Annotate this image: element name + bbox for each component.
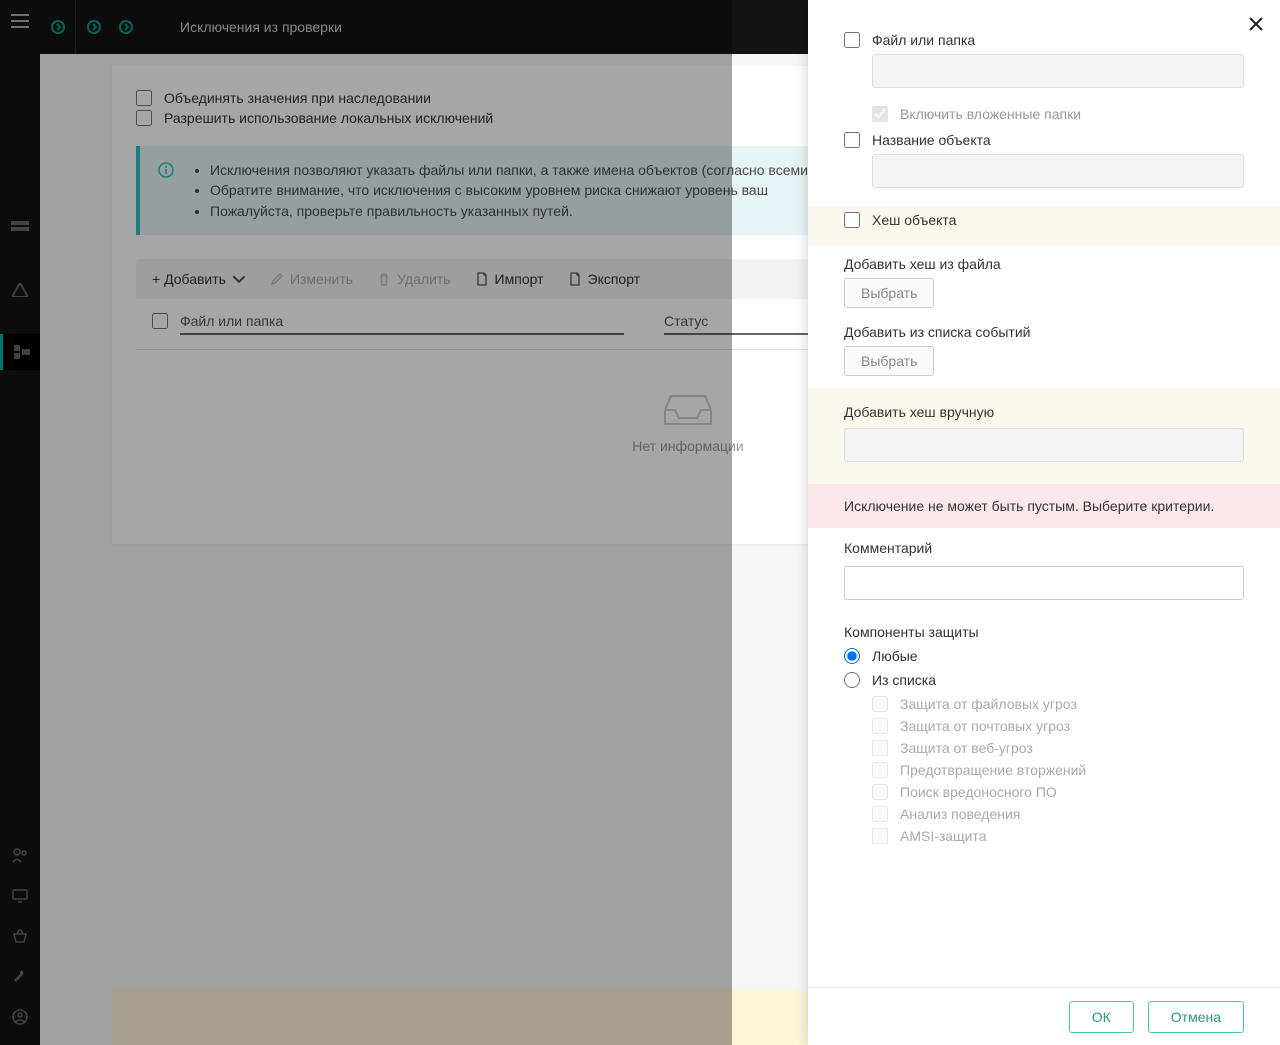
cancel-button[interactable]: Отмена — [1148, 1001, 1244, 1033]
include-subfolders-label: Включить вложенные папки — [900, 106, 1081, 122]
import-button[interactable]: Импорт — [475, 271, 544, 287]
comp-label: Защита от файловых угроз — [900, 696, 1077, 712]
object-name-label: Название объекта — [872, 132, 991, 148]
comp-label: Анализ поведения — [900, 806, 1020, 822]
components-label: Компоненты защиты — [844, 624, 1244, 640]
comp-checkbox — [872, 762, 888, 778]
comment-input[interactable] — [844, 566, 1244, 600]
sidebar-wrench-icon[interactable] — [13, 969, 27, 983]
side-panel: Файл или папка Включить вложенные папки … — [808, 0, 1280, 1045]
comp-label: Защита от почтовых угроз — [900, 718, 1070, 734]
object-hash-checkbox[interactable] — [844, 212, 860, 228]
file-or-folder-label: Файл или папка — [872, 32, 975, 48]
edit-button: Изменить — [270, 271, 353, 287]
hamburger-icon[interactable] — [11, 14, 29, 28]
error-message: Исключение не может быть пустым. Выберит… — [808, 484, 1280, 528]
comp-label: Предотвращение вторжений — [900, 762, 1086, 778]
nav-sidebar — [0, 0, 40, 1045]
include-subfolders-checkbox — [872, 106, 888, 122]
empty-text: Нет информации — [632, 438, 743, 454]
chevron-back-2[interactable] — [76, 0, 112, 54]
allow-local-label: Разрешить использование локальных исключ… — [164, 110, 493, 126]
radio-from-list-label: Из списка — [872, 672, 936, 688]
choose-event-button: Выбрать — [844, 346, 934, 376]
chevron-back-3[interactable] — [108, 0, 144, 54]
file-or-folder-checkbox[interactable] — [844, 32, 860, 48]
col-file[interactable]: Файл или папка — [180, 313, 624, 335]
sidebar-basket-icon[interactable] — [12, 929, 28, 943]
hash-manual-input[interactable] — [844, 428, 1244, 462]
add-from-events-label: Добавить из списка событий — [844, 324, 1244, 340]
radio-from-list[interactable] — [844, 672, 860, 688]
add-button[interactable]: + Добавить — [152, 271, 246, 287]
comp-checkbox — [872, 696, 888, 712]
sidebar-monitor-icon[interactable] — [12, 889, 28, 903]
merge-on-inherit-checkbox[interactable] — [136, 90, 152, 106]
delete-button: Удалить — [377, 271, 450, 287]
merge-on-inherit-label: Объединять значения при наследовании — [164, 90, 431, 106]
choose-file-button: Выбрать — [844, 278, 934, 308]
chevron-back-1[interactable] — [40, 0, 76, 54]
comp-label: AMSI-защита — [900, 828, 986, 844]
comp-label: Защита от веб-угроз — [900, 740, 1033, 756]
components-list: Защита от файловых угроз Защита от почто… — [872, 696, 1244, 844]
sidebar-item-3[interactable] — [0, 334, 40, 370]
object-name-input[interactable] — [872, 154, 1244, 188]
page-title: Исключения из проверки — [180, 19, 342, 35]
sidebar-item-1[interactable] — [0, 210, 40, 246]
export-button[interactable]: Экспорт — [568, 271, 641, 287]
sidebar-users-icon[interactable] — [12, 847, 28, 863]
allow-local-checkbox[interactable] — [136, 110, 152, 126]
file-or-folder-input[interactable] — [872, 54, 1244, 88]
sidebar-item-2[interactable] — [0, 272, 40, 308]
comp-checkbox — [872, 740, 888, 756]
sidebar-account-icon[interactable] — [12, 1009, 28, 1025]
info-icon — [158, 162, 174, 221]
add-hash-manual-label: Добавить хеш вручную — [844, 404, 1244, 420]
comp-checkbox — [872, 828, 888, 844]
comp-checkbox — [872, 718, 888, 734]
ok-button[interactable]: ОК — [1069, 1001, 1134, 1033]
inbox-icon — [661, 390, 715, 426]
select-all-checkbox[interactable] — [152, 313, 168, 329]
object-hash-label: Хеш объекта — [872, 212, 956, 228]
comment-label: Комментарий — [844, 540, 1244, 556]
comp-checkbox — [872, 806, 888, 822]
object-name-checkbox[interactable] — [844, 132, 860, 148]
add-hash-from-file-label: Добавить хеш из файла — [844, 256, 1244, 272]
comp-label: Поиск вредоносного ПО — [900, 784, 1057, 800]
comp-checkbox — [872, 784, 888, 800]
radio-any-label: Любые — [872, 648, 918, 664]
close-icon[interactable] — [1246, 14, 1266, 34]
radio-any[interactable] — [844, 648, 860, 664]
panel-footer: ОК Отмена — [808, 987, 1280, 1045]
